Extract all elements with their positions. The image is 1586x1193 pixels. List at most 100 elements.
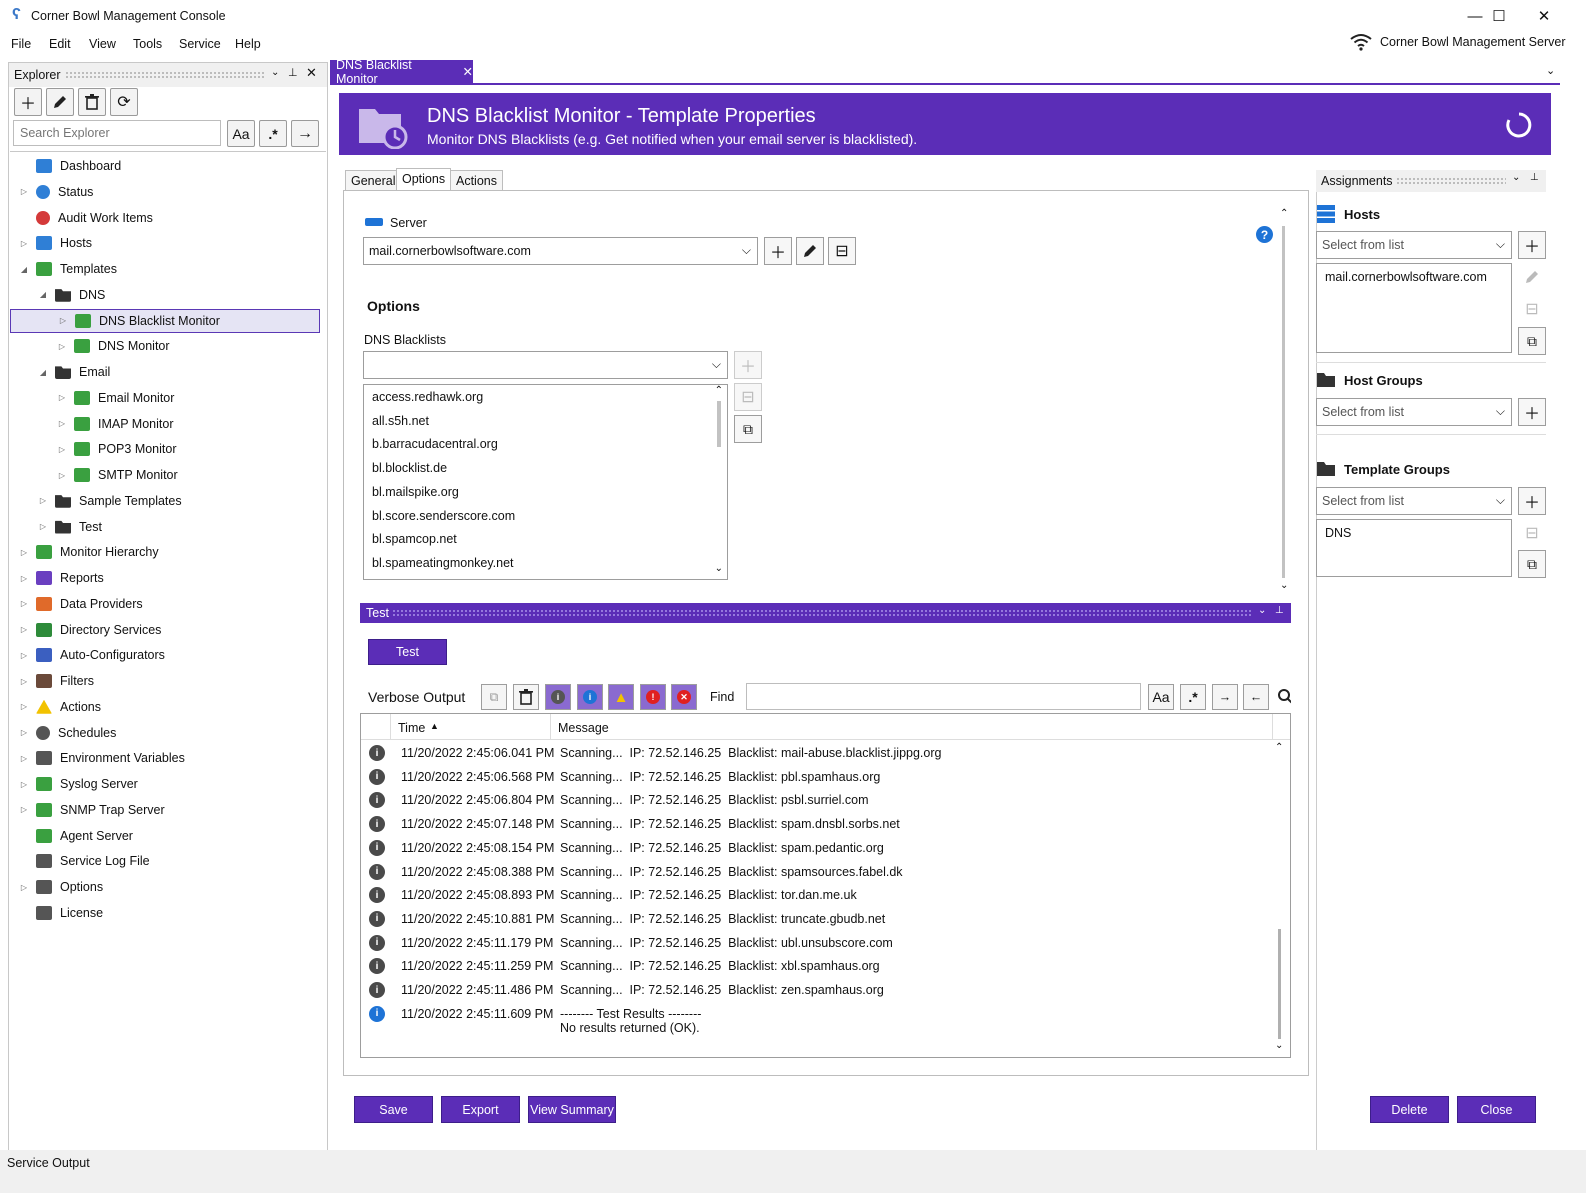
service-output-label[interactable]: Service Output [7,1156,90,1170]
close-window-button[interactable]: ✕ [1521,0,1567,32]
expand-arrow-icon[interactable]: ▷ [18,728,30,737]
tree-item[interactable]: ▷ Monitor Hierarchy [10,540,320,564]
match-case-button[interactable]: Aa [227,120,255,147]
table-row[interactable]: i 11/20/2022 2:45:06.041 PM Scanning... IP… [361,741,1271,765]
menu-view[interactable]: View [89,37,116,51]
remove-host-button[interactable]: ⊟ [1518,295,1546,323]
add-host-button[interactable]: ＋ [1518,231,1546,259]
blacklist-item[interactable]: bl.score.senderscore.com [372,509,515,523]
tree-item[interactable]: ▷ Environment Variables [10,746,320,770]
tree-item[interactable]: ▷ Test [10,515,320,539]
copy-host-button[interactable]: ⧉ [1518,327,1546,355]
close-icon[interactable]: ✕ [306,65,317,81]
regex-button[interactable]: .* [259,120,287,147]
table-row[interactable]: i 11/20/2022 2:45:11.259 PM Scanning... IP… [361,954,1271,978]
expand-arrow-icon[interactable]: ▷ [18,883,30,892]
template-groups-list[interactable]: DNS [1316,519,1512,577]
add-host-group-button[interactable]: ＋ [1518,398,1546,426]
expand-arrow-icon[interactable]: ◢ [18,265,30,274]
edit-button[interactable] [46,88,74,116]
pin-icon[interactable]: ⊥ [1530,172,1539,183]
blacklist-item[interactable]: bl.mailspike.org [372,485,459,499]
clear-output-button[interactable] [513,684,539,710]
view-summary-button[interactable]: View Summary [528,1096,616,1123]
scroll-down-icon[interactable]: ⌄ [1275,1040,1283,1051]
tree-item[interactable]: ▷ Status [10,180,320,204]
chevron-down-icon[interactable]: ⌄ [1258,605,1266,616]
tree-item[interactable]: ▷ Options [10,875,320,899]
tree-item[interactable]: License [10,901,320,925]
delete-button[interactable] [78,88,106,116]
blacklist-item[interactable]: bl.spameatingmonkey.net [372,556,514,570]
remove-blacklist-button[interactable]: ⊟ [734,383,762,411]
tab-dns-blacklist-monitor[interactable]: DNS Blacklist Monitor ✕ [330,58,473,86]
edit-server-button[interactable] [796,237,824,265]
find-previous-button[interactable]: ← [1243,684,1269,710]
expand-arrow-icon[interactable]: ▷ [18,599,30,608]
tree-item[interactable]: ▷ Hosts [10,231,320,255]
tree-item[interactable]: ▷ IMAP Monitor [10,412,320,436]
expand-arrow-icon[interactable]: ▷ [18,651,30,660]
tree-item[interactable]: ▷ Actions [10,695,320,719]
scroll-down-icon[interactable]: ⌄ [715,563,723,574]
export-button[interactable]: Export [441,1096,520,1123]
tree-item[interactable]: ▷ Sample Templates [10,489,320,513]
tab-overflow-chevron-icon[interactable]: ⌄ [1546,64,1555,77]
remove-template-group-button[interactable]: ⊟ [1518,519,1546,547]
column-time[interactable]: Time [398,721,425,735]
menu-tools[interactable]: Tools [133,37,162,51]
table-row[interactable]: i 11/20/2022 2:45:10.881 PM Scanning... IP… [361,907,1271,931]
table-row[interactable]: i 11/20/2022 2:45:11.486 PM Scanning... IP… [361,978,1271,1002]
filter-info-button[interactable]: i [577,684,603,710]
expand-arrow-icon[interactable]: ◢ [37,290,49,299]
refresh-button[interactable]: ⟳ [110,88,138,116]
tree-item[interactable]: Service Log File [10,849,320,873]
table-row[interactable]: i 11/20/2022 2:45:08.154 PM Scanning... IP… [361,836,1271,860]
scroll-down-icon[interactable]: ⌄ [1280,580,1288,591]
server-select[interactable]: mail.cornerbowlsoftware.com ⌵ [363,237,758,265]
expand-arrow-icon[interactable]: ▷ [18,754,30,763]
filter-error-button[interactable]: ! [640,684,666,710]
dns-blacklist-select[interactable]: ⌵ [363,351,728,379]
tree-item[interactable]: ◢ Templates [10,257,320,281]
template-groups-select[interactable]: Select from list ⌵ [1316,487,1512,515]
copy-blacklist-button[interactable]: ⧉ [734,415,762,443]
expand-arrow-icon[interactable]: ▷ [18,548,30,557]
expand-arrow-icon[interactable]: ▷ [37,522,49,531]
tree-item[interactable]: ▷ Auto-Configurators [10,643,320,667]
blacklist-item[interactable]: b.barracudacentral.org [372,437,498,451]
tab-actions[interactable]: Actions [450,170,503,191]
tree-item[interactable]: ▷ Syslog Server [10,772,320,796]
hosts-list[interactable]: mail.cornerbowlsoftware.com [1316,263,1512,353]
expand-arrow-icon[interactable]: ◢ [37,368,49,377]
tab-options[interactable]: Options [396,168,452,191]
menu-service[interactable]: Service [179,37,221,51]
maximize-button[interactable]: ☐ [1476,0,1522,32]
blacklist-item[interactable]: access.redhawk.org [372,390,483,404]
filter-verbose-button[interactable]: i [545,684,571,710]
blacklist-item[interactable]: all.s5h.net [372,414,429,428]
expand-arrow-icon[interactable]: ▷ [56,419,68,428]
find-next-button[interactable]: → [1212,684,1238,710]
scroll-up-icon[interactable]: ⌃ [1275,742,1283,753]
table-row[interactable]: i 11/20/2022 2:45:06.568 PM Scanning... IP… [361,765,1271,789]
copy-template-group-button[interactable]: ⧉ [1518,550,1546,578]
chevron-down-icon[interactable]: ⌄ [1512,172,1520,183]
blacklist-item[interactable]: bl.blocklist.de [372,461,447,475]
tab-general[interactable]: General [345,170,402,191]
match-case-button[interactable]: Aa [1148,684,1174,710]
close-tab-icon[interactable]: ✕ [463,64,473,79]
host-item[interactable]: mail.cornerbowlsoftware.com [1325,270,1487,284]
add-server-button[interactable]: ＋ [764,237,792,265]
expand-arrow-icon[interactable]: ▷ [18,677,30,686]
add-template-group-button[interactable]: ＋ [1518,487,1546,515]
table-row[interactable]: i 11/20/2022 2:45:11.609 PM -------- Test … [361,1002,1271,1035]
scroll-up-icon[interactable]: ⌃ [715,385,723,396]
search-button[interactable] [1276,684,1291,710]
tree-item[interactable]: Dashboard [10,154,320,178]
tree-item[interactable]: ◢ Email [10,360,320,384]
tree-item[interactable]: ▷ Email Monitor [10,386,320,410]
tree-item[interactable]: ▷ SNMP Trap Server [10,798,320,822]
tree-item[interactable]: ▷ SMTP Monitor [10,463,320,487]
blacklist-list[interactable]: ⌃ ⌄ access.redhawk.org all.s5h.net b.barra… [363,384,728,580]
